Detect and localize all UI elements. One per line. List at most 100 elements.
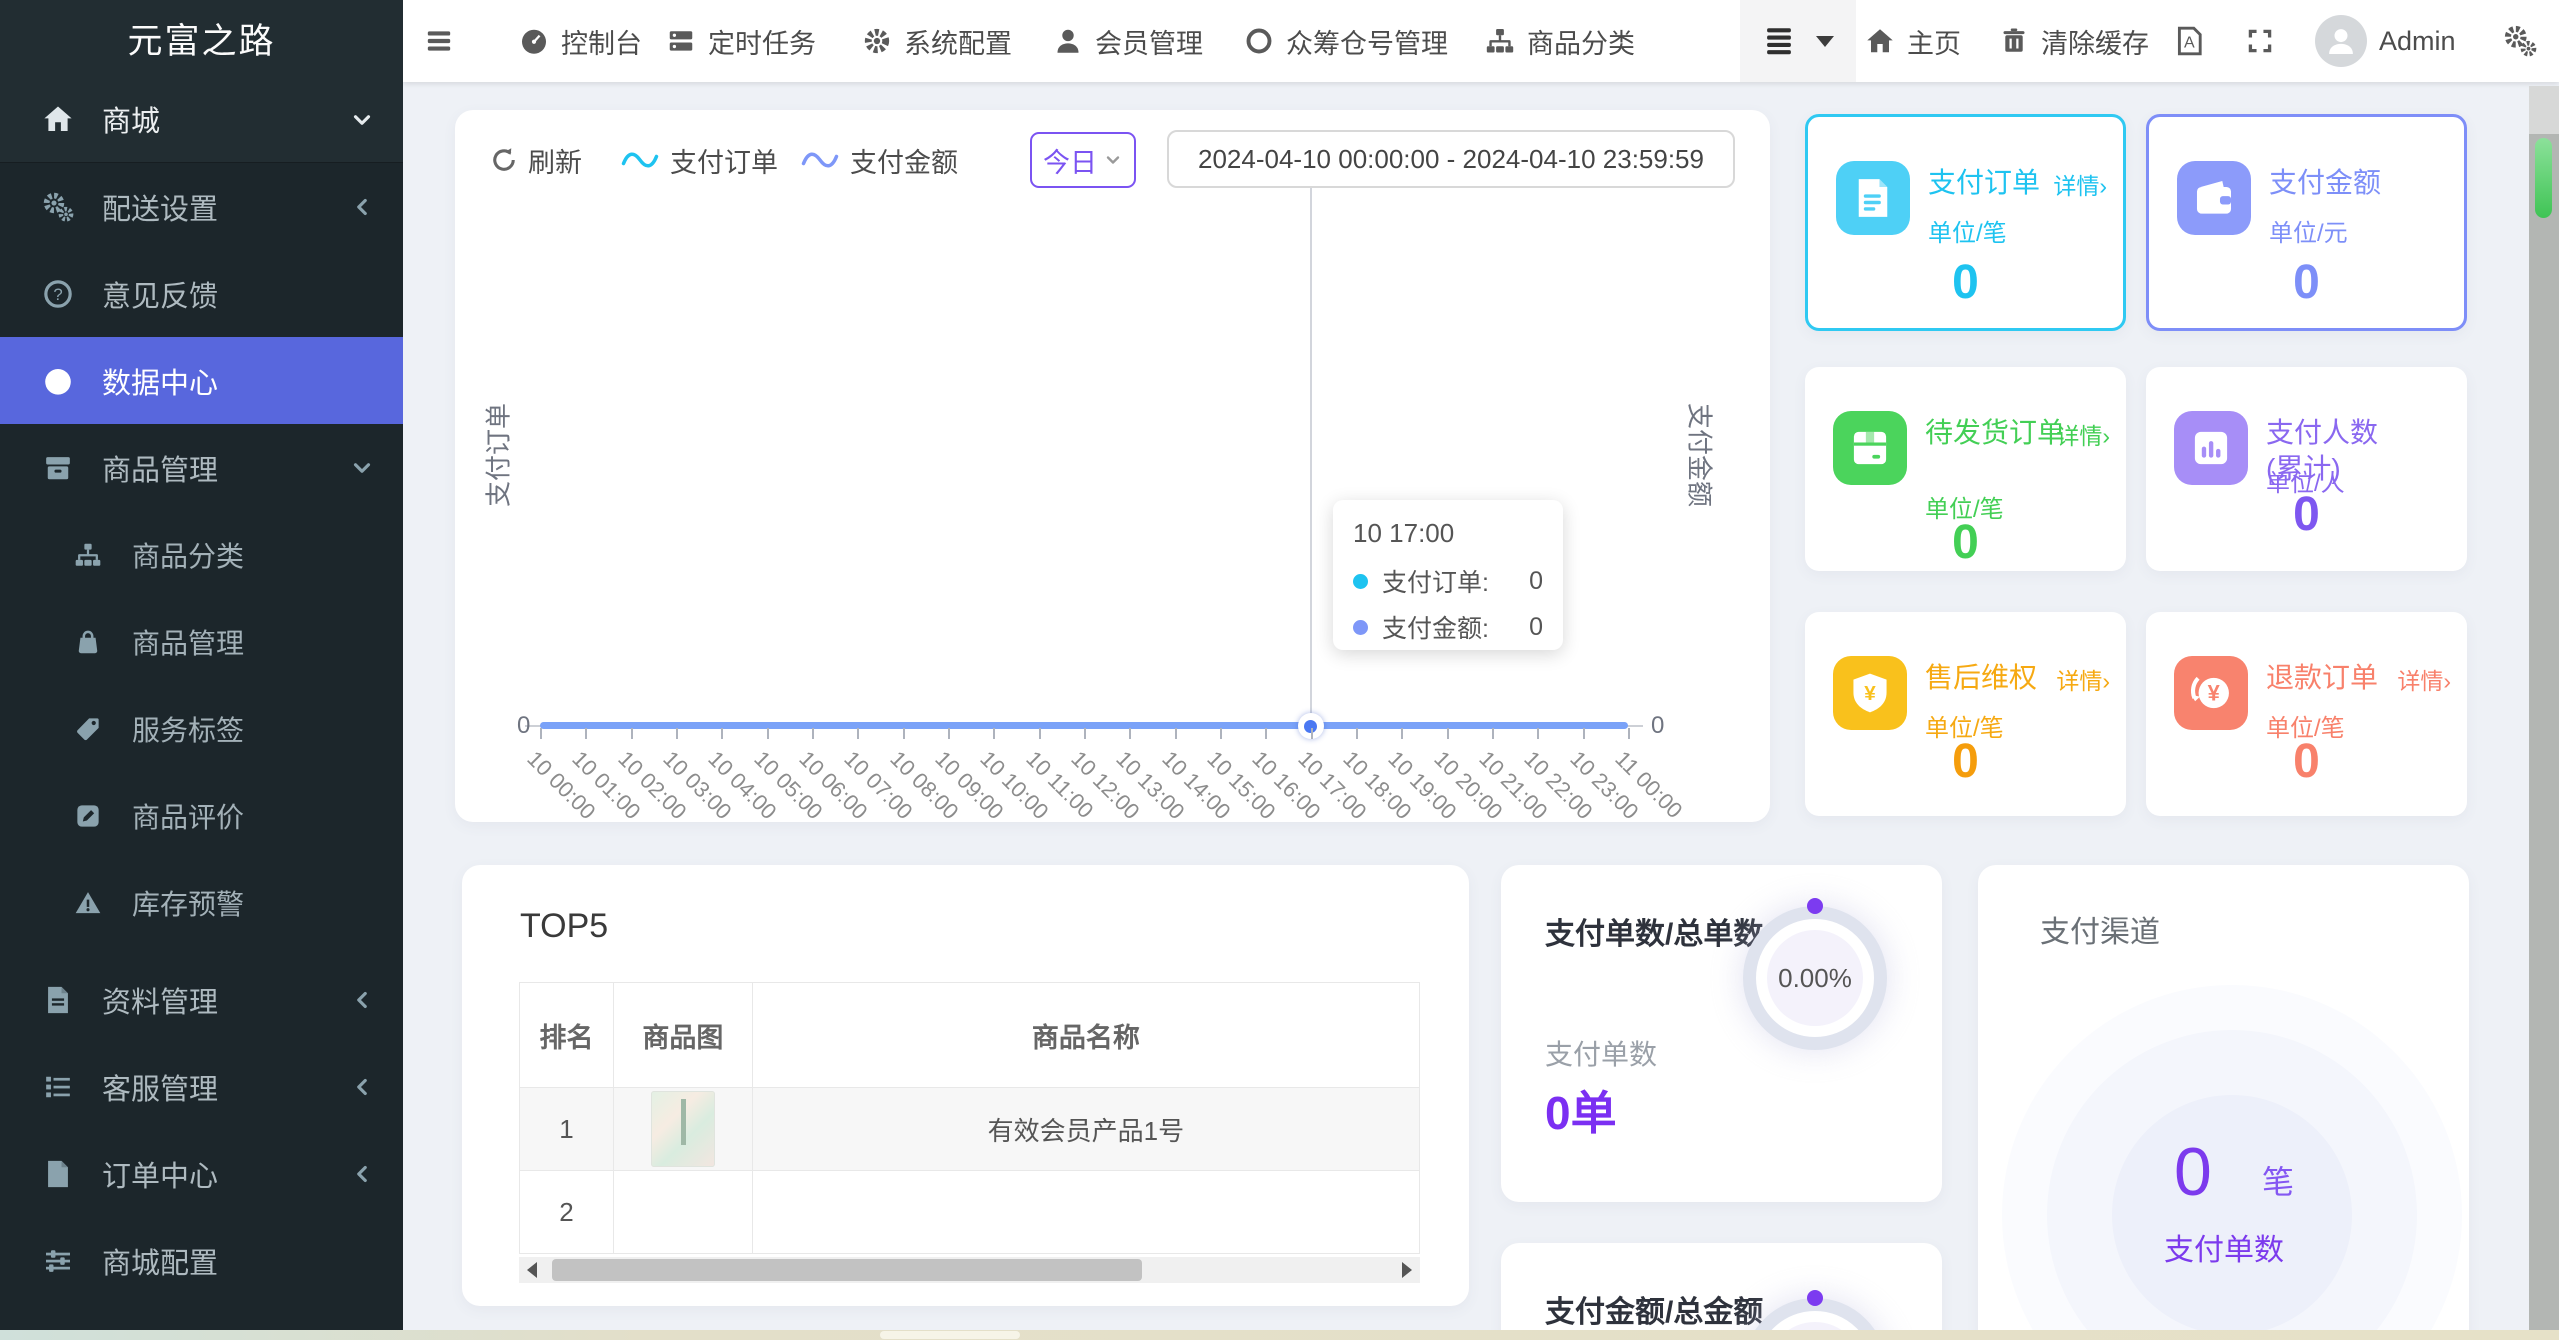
horizontal-scrollbar[interactable] bbox=[0, 1330, 2559, 1340]
x-axis-tickmark bbox=[1401, 728, 1404, 739]
wallet-icon bbox=[2177, 161, 2251, 235]
gauge-progress-dot bbox=[1807, 898, 1823, 914]
panel-title: 支付金额/总金额 bbox=[1545, 1296, 1764, 1329]
scroll-right-arrow[interactable] bbox=[1394, 1257, 1420, 1283]
nav-item-crowdfunding[interactable]: 众筹仓号管理 bbox=[1244, 0, 1448, 82]
panel-title: 支付渠道 bbox=[2040, 916, 2160, 949]
sidebar-item-feedback[interactable]: 意见反馈 bbox=[0, 250, 403, 337]
dashboard-icon bbox=[38, 365, 78, 397]
table-row: 1 有效会员产品1号 bbox=[519, 1087, 1421, 1171]
bar-chart-icon bbox=[2174, 411, 2248, 485]
username: Admin bbox=[2379, 25, 2456, 56]
nav-item-member-management[interactable]: 会员管理 bbox=[1053, 0, 1203, 82]
sidebar-subitem-stock-warning[interactable]: 库存预警 bbox=[0, 859, 403, 946]
list-icon bbox=[1762, 24, 1796, 58]
panel-title: TOP5 bbox=[520, 907, 609, 945]
detail-link[interactable]: 详情› bbox=[2048, 419, 2110, 453]
file-text-icon bbox=[38, 984, 78, 1016]
nav-item-console[interactable]: 控制台 bbox=[519, 0, 642, 82]
ratio-gauge: 0.00% bbox=[1743, 906, 1887, 1050]
x-axis-tickmark bbox=[1038, 728, 1041, 739]
shield-yen-icon bbox=[1833, 656, 1907, 730]
stat-card-refund-orders: 退款订单 详情› 单位/笔 0 bbox=[2146, 612, 2467, 816]
nav-item-homepage[interactable]: 主页 bbox=[1865, 0, 1961, 82]
x-axis-tickmark bbox=[1174, 728, 1177, 739]
question-circle-icon bbox=[38, 278, 78, 310]
sidebar-item-product-management[interactable]: 商品管理 bbox=[0, 424, 403, 511]
warning-icon bbox=[68, 889, 108, 917]
chevron-down-icon bbox=[349, 103, 375, 136]
x-axis-tickmark bbox=[1582, 728, 1585, 739]
nav-item-clear-cache[interactable]: 清除缓存 bbox=[1999, 0, 2149, 82]
sitemap-icon bbox=[1485, 26, 1515, 56]
sidebar-subitem-product-category[interactable]: 商品分类 bbox=[0, 511, 403, 598]
top5-table: 排名 商品图 商品名称 1 有效会员产品1号 2 bbox=[519, 982, 1421, 1254]
x-axis-tickmark bbox=[1446, 728, 1449, 739]
table-horizontal-scrollbar[interactable] bbox=[519, 1257, 1420, 1283]
sidebar-item-data-management[interactable]: 资料管理 bbox=[0, 956, 403, 1043]
nav-item-system-config[interactable]: 系统配置 bbox=[862, 0, 1012, 82]
sidebar-item-mall[interactable]: 商城 bbox=[0, 76, 403, 163]
stat-card-pay-orders: 支付订单 详情› 单位/笔 0 bbox=[1805, 114, 2126, 331]
nav-menu-dropdown-button[interactable] bbox=[1740, 0, 1856, 82]
sidebar: 元富之路 商城 配送设置 意见反馈 数据中心 商品管理 商品分类 商品管理 服务… bbox=[0, 0, 403, 1340]
x-axis-tickmark bbox=[630, 728, 633, 739]
fullscreen-button[interactable] bbox=[2245, 0, 2275, 82]
file-icon bbox=[38, 1158, 78, 1190]
x-axis-tickmark bbox=[902, 728, 905, 739]
tag-icon bbox=[68, 715, 108, 743]
sidebar-item-order-center[interactable]: 订单中心 bbox=[0, 1130, 403, 1217]
document-icon bbox=[1836, 161, 1910, 235]
detail-link[interactable]: 详情› bbox=[2048, 664, 2110, 698]
scroll-left-arrow[interactable] bbox=[519, 1257, 545, 1283]
sidebar-toggle-button[interactable] bbox=[423, 0, 455, 82]
settings-button[interactable] bbox=[2503, 0, 2537, 82]
sidebar-subitem-product-reviews[interactable]: 商品评价 bbox=[0, 772, 403, 859]
caret-down-icon bbox=[1816, 35, 1834, 47]
pay-amount-ratio-panel: 支付金额/总金额 bbox=[1501, 1243, 1942, 1340]
x-axis-tickmark bbox=[676, 728, 678, 739]
channel-label: 支付单数 bbox=[2164, 1234, 2284, 1267]
sidebar-subitem-product-management[interactable]: 商品管理 bbox=[0, 598, 403, 685]
scrollbar-thumb[interactable] bbox=[880, 1331, 1020, 1339]
chevron-left-icon bbox=[349, 1070, 375, 1103]
user-menu[interactable]: Admin bbox=[2315, 0, 2456, 82]
sliders-icon bbox=[38, 1245, 78, 1277]
scrollbar-thumb[interactable] bbox=[2535, 138, 2552, 218]
pay-order-ratio-panel: 支付单数/总单数 0.00% 支付单数 0单 bbox=[1501, 865, 1942, 1202]
sidebar-item-customer-service[interactable]: 客服管理 bbox=[0, 1043, 403, 1130]
sidebar-item-delivery-settings[interactable]: 配送设置 bbox=[0, 163, 403, 250]
app-logo: 元富之路 bbox=[0, 0, 403, 76]
nav-item-product-category[interactable]: 商品分类 bbox=[1485, 0, 1635, 82]
gauge-percent: 0.00% bbox=[1767, 930, 1863, 1026]
x-axis-tickmark bbox=[1265, 728, 1268, 739]
nav-item-scheduled-tasks[interactable]: 定时任务 bbox=[666, 0, 816, 82]
shopping-bag-icon bbox=[68, 628, 108, 656]
stat-card-pay-amount: 支付金额 单位/元 0 bbox=[2146, 114, 2467, 331]
scrollbar-thumb[interactable] bbox=[552, 1259, 1142, 1281]
sidebar-subitem-service-tags[interactable]: 服务标签 bbox=[0, 685, 403, 772]
x-axis-tickmark bbox=[1492, 728, 1494, 739]
pay-channel-panel: 支付渠道 0 笔 支付单数 bbox=[1978, 865, 2469, 1340]
home-icon bbox=[1865, 26, 1895, 56]
scrollbar-track-cap bbox=[2529, 86, 2559, 134]
sitemap-icon bbox=[68, 541, 108, 569]
dashboard-icon bbox=[519, 26, 549, 56]
vertical-scrollbar[interactable] bbox=[2529, 86, 2559, 1330]
fullscreen-icon bbox=[2245, 26, 2275, 56]
x-axis-tickmark bbox=[721, 728, 724, 739]
language-button[interactable] bbox=[2173, 0, 2205, 82]
cogs-icon bbox=[38, 191, 78, 223]
x-axis-tickmark bbox=[1220, 728, 1222, 739]
pencil-square-icon bbox=[68, 802, 108, 830]
detail-link[interactable]: 详情› bbox=[2045, 169, 2107, 203]
detail-link[interactable]: 详情› bbox=[2389, 664, 2451, 698]
chart-plot[interactable]: 0 0 10 00:00 10 01:00 10 02:00 10 03:00 10 0… bbox=[455, 110, 1770, 824]
avatar bbox=[2315, 15, 2367, 67]
stat-card-after-sales: 售后维权 详情› 单位/笔 0 bbox=[1805, 612, 2126, 816]
sidebar-item-data-center[interactable]: 数据中心 bbox=[0, 337, 403, 424]
chevron-left-icon bbox=[349, 190, 375, 223]
product-image bbox=[650, 1091, 715, 1167]
table-header-row: 排名 商品图 商品名称 bbox=[519, 982, 1421, 1088]
sidebar-item-mall-config[interactable]: 商城配置 bbox=[0, 1217, 403, 1304]
